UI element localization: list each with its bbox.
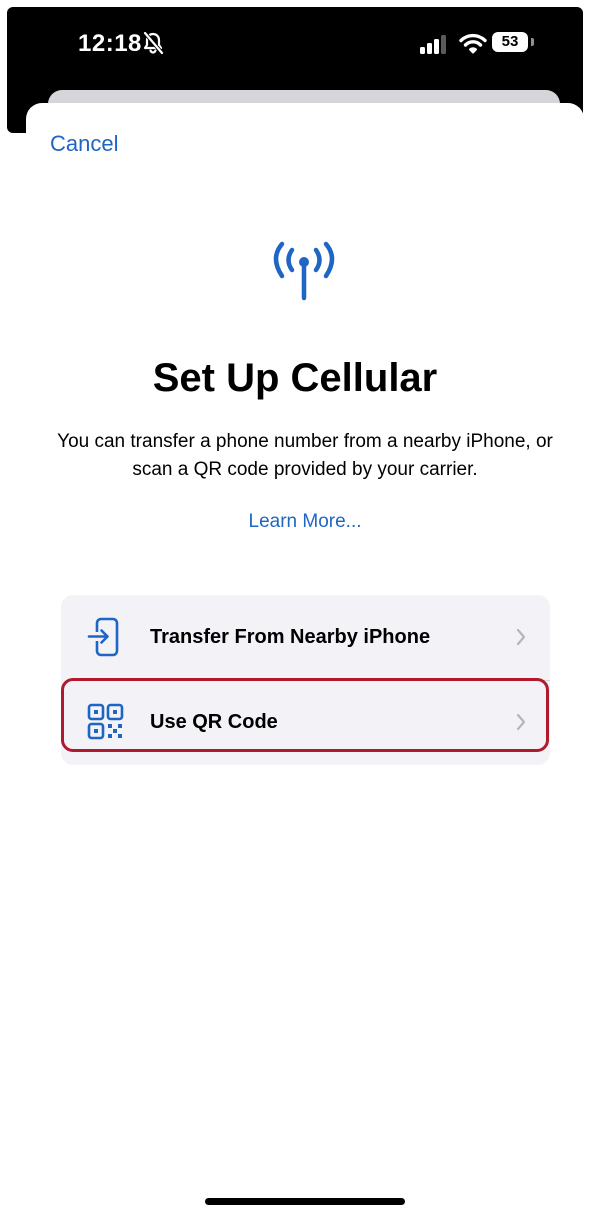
antenna-radiowaves-icon — [273, 241, 335, 301]
cancel-button[interactable]: Cancel — [50, 131, 118, 157]
home-indicator[interactable] — [205, 1198, 405, 1205]
chevron-right-icon — [516, 628, 526, 646]
page-description: You can transfer a phone number from a n… — [57, 431, 553, 480]
option-transfer-from-iphone[interactable]: Transfer From Nearby iPhone — [61, 595, 550, 681]
highlight-box — [61, 678, 549, 752]
cellular-signal-icon — [420, 35, 446, 54]
status-time: 12:18 — [78, 30, 142, 57]
battery-tip — [531, 38, 534, 46]
wifi-icon — [459, 33, 487, 54]
bell-slash-icon — [143, 31, 164, 55]
learn-more-link[interactable]: Learn More... — [0, 511, 590, 533]
phone-transfer-icon — [87, 617, 119, 657]
battery-indicator: 53 — [492, 32, 528, 52]
option-label: Transfer From Nearby iPhone — [150, 626, 431, 648]
page-title: Set Up Cellular — [152, 356, 438, 400]
